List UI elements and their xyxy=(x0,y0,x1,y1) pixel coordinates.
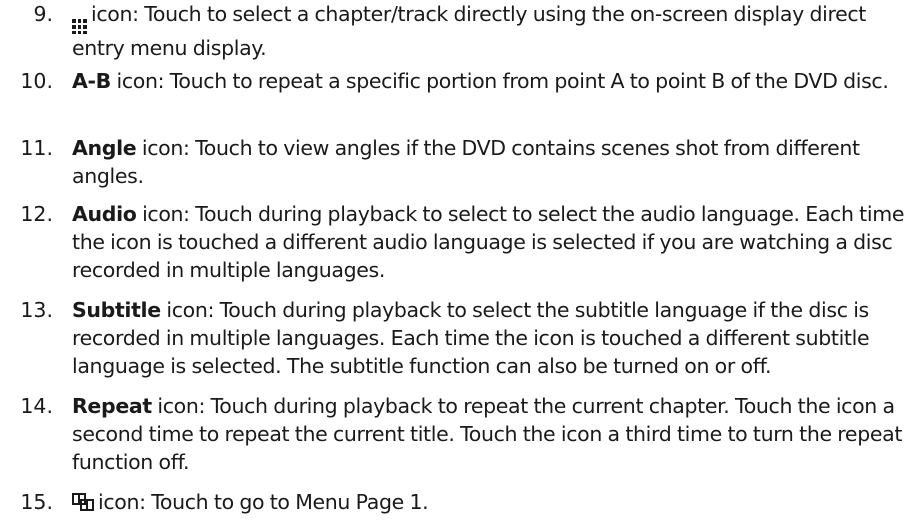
item-number: 14. xyxy=(20,394,53,418)
item-number: 10. xyxy=(20,69,53,93)
item-number: 9. xyxy=(33,2,53,26)
item-text: icon: Touch during playback to repeat th… xyxy=(72,394,903,474)
item-number: 15. xyxy=(20,490,53,514)
item-term: Audio xyxy=(72,202,137,226)
item-description: icon: Touch to go to Menu Page 1. xyxy=(72,488,914,516)
item-text: icon: Touch to select a chapter/track di… xyxy=(72,2,866,61)
item-text: icon: Touch during playback to select th… xyxy=(72,298,870,378)
item-term: Angle xyxy=(72,136,137,160)
item-description: Angle icon: Touch to view angles if the … xyxy=(72,134,914,190)
item-text: icon: Touch to view angles if the DVD co… xyxy=(72,136,860,188)
item-text: icon: Touch to repeat a specific portion… xyxy=(110,69,889,93)
item-description: Subtitle icon: Touch during playback to … xyxy=(72,296,914,380)
menu-page-icon xyxy=(72,493,94,511)
item-description: icon: Touch to select a chapter/track di… xyxy=(72,0,914,62)
item-number: 12. xyxy=(20,202,53,226)
manual-page: 9. icon: Touch to select a chapter/track… xyxy=(0,0,919,531)
item-term: Repeat xyxy=(72,394,152,418)
item-term: Subtitle xyxy=(72,298,161,322)
item-number: 13. xyxy=(20,298,53,322)
item-description: Audio icon: Touch during playback to sel… xyxy=(72,200,914,284)
item-number: 11. xyxy=(20,136,53,160)
item-description: Repeat icon: Touch during playback to re… xyxy=(72,392,914,476)
item-description: A-B icon: Touch to repeat a specific por… xyxy=(72,67,914,95)
grid-icon xyxy=(72,19,87,35)
item-text: icon: Touch to go to Menu Page 1. xyxy=(98,490,429,514)
item-term: A-B xyxy=(72,69,111,93)
item-text: icon: Touch during playback to select to… xyxy=(72,202,905,282)
